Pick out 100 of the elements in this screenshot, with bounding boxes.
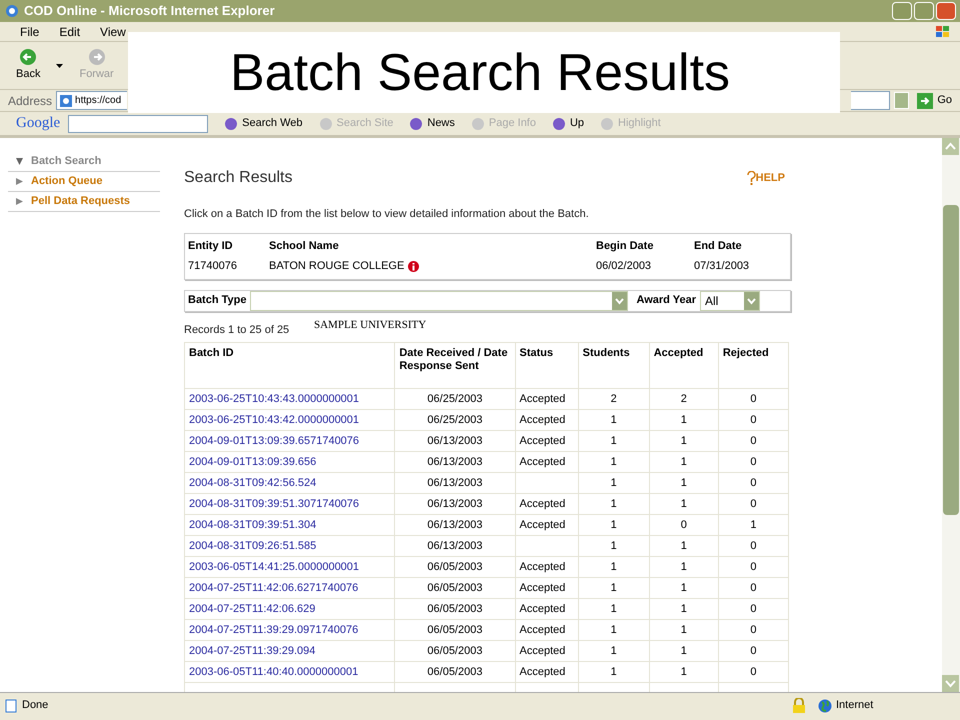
entity-value: 07/31/2003 [694,259,750,274]
column-header: School Name [269,238,340,254]
table-cell: Accepted [520,393,566,405]
table-cell: 0 [680,519,687,531]
address-field[interactable]: https://cod [56,91,128,110]
table-cell: 1 [680,582,687,594]
table-cell: 1 [680,603,687,615]
table-cell: 0 [750,540,756,552]
address-label: Address [8,92,52,110]
table-cell: 0 [750,561,756,573]
toolbar-icon [318,116,332,130]
scrollbar[interactable] [942,138,960,692]
toolbar-icon [409,116,424,130]
table-cell: 1 [610,456,617,468]
address-field[interactable] [851,91,890,110]
question-mark-icon [746,171,756,186]
scroll-thumb[interactable] [943,205,959,515]
table-cell: 06/05/2003 [427,561,482,573]
table-cell: Accepted [520,498,566,510]
google-search-field[interactable] [68,114,208,132]
field-label: Award Year [636,293,696,308]
column-header: Rejected [718,342,788,388]
toolbar-button[interactable]: News [409,115,455,132]
table-cell: 06/05/2003 [427,624,482,636]
column-header: Entity ID [188,238,234,254]
ie-icon [4,3,20,19]
dropdown-button[interactable] [894,92,910,109]
entity-value: 71740076 [188,259,238,274]
table-cell: 1 [680,435,687,447]
toolbar-icon [552,116,566,130]
menu-item[interactable]: Edit [55,22,84,40]
table-cell: 1 [680,645,687,657]
sidebar-item[interactable]: Batch Search [8,152,160,172]
table-cell: 1 [610,498,617,510]
table-cell: 1 [610,582,617,594]
toolbar-icon [600,116,614,130]
table-cell: 2 [680,393,687,405]
menu-item[interactable]: File [16,22,44,40]
column-header: Accepted [649,342,718,388]
batch-type-select[interactable] [250,290,628,310]
column-header: Batch ID [184,342,395,388]
table-cell: 0 [750,456,756,468]
minimize-button[interactable] [892,2,912,20]
records-count: Records 1 to 25 of 25 [184,322,290,338]
maximize-button[interactable] [914,2,934,20]
table-cell: 1 [610,561,617,573]
table-cell: Accepted [520,603,566,615]
table-cell: 0 [750,477,756,489]
table-cell: 06/05/2003 [427,666,482,678]
table-cell: 0 [750,645,756,657]
table-cell: 1 [680,498,687,510]
table-cell: 1 [680,540,687,552]
overlay-title: Batch Search Results [128,32,840,113]
table-cell: 1 [610,603,617,615]
table-cell: 06/25/2003 [427,393,482,405]
table-cell: 06/13/2003 [427,477,482,489]
table-cell: 1 [680,477,687,489]
table-cell: 2 [610,393,617,405]
chevron-down-icon [744,292,760,310]
table-cell: 1 [610,645,617,657]
award-year-select[interactable]: All [700,290,760,310]
table-cell: 0 [750,393,756,405]
table-cell: 0 [750,582,756,594]
window-title: COD Online - Microsoft Internet Explorer [24,2,276,20]
column-header: Status [515,342,578,388]
status-text: Done [22,698,50,714]
page-heading: Search Results [184,168,292,188]
table-cell: 0 [750,666,756,678]
table-cell: 06/13/2003 [427,540,482,552]
table-cell: 1 [750,519,756,531]
back-button[interactable]: Back [16,48,40,83]
table-cell: 1 [610,666,617,678]
school-name: BATON ROUGE COLLEGE [269,259,404,274]
table-cell: 1 [610,540,617,552]
entity-value: 06/02/2003 [596,259,652,274]
table-cell: 1 [610,435,617,447]
table-cell: 1 [680,624,687,636]
toolbar-button[interactable]: Search Web [224,115,302,132]
table-cell: 1 [680,561,687,573]
toolbar-button[interactable]: Up [552,115,584,132]
page-icon [4,698,18,712]
menu-item[interactable]: View [96,22,130,40]
table-cell: 06/13/2003 [427,435,482,447]
globe-icon [818,698,832,712]
table-cell: 0 [750,603,756,615]
go-button[interactable]: Go [917,92,952,109]
close-button[interactable] [936,2,956,20]
table-cell: 06/13/2003 [427,519,482,531]
table-cell: 06/13/2003 [427,498,482,510]
table-cell: 0 [750,435,756,447]
windows-logo-icon [934,24,952,40]
table-cell: 0 [750,498,756,510]
chevron-down-icon [612,292,628,310]
info-icon [408,260,420,272]
table-cell: 1 [610,519,617,531]
zone-label: Internet [836,698,874,714]
dropdown-caret-icon [56,64,64,68]
table-cell: 06/25/2003 [427,414,482,426]
table-cell: Accepted [520,645,566,657]
google-logo: Google [16,114,60,134]
